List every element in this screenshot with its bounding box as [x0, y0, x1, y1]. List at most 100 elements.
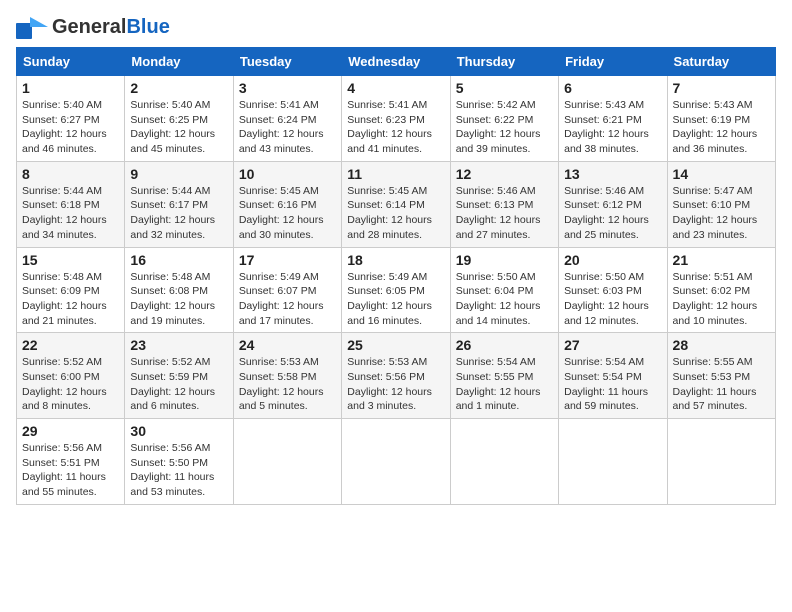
calendar-cell: 21 Sunrise: 5:51 AMSunset: 6:02 PMDayligh…: [667, 247, 775, 333]
calendar-cell: 30 Sunrise: 5:56 AMSunset: 5:50 PMDayligh…: [125, 419, 233, 505]
day-number: 25: [347, 337, 444, 353]
calendar-cell: 14Sunrise: 5:47 AMSunset: 6:10 PMDayligh…: [667, 161, 775, 247]
day-info: Sunrise: 5:56 AMSunset: 5:50 PMDaylight:…: [130, 441, 227, 500]
calendar-cell: 25 Sunrise: 5:53 AMSunset: 5:56 PMDayligh…: [342, 333, 450, 419]
calendar-cell: [233, 419, 341, 505]
day-number: 13: [564, 166, 661, 182]
calendar-cell: 16 Sunrise: 5:48 AMSunset: 6:08 PMDayligh…: [125, 247, 233, 333]
day-number: 2: [130, 80, 227, 96]
day-number: 22: [22, 337, 119, 353]
calendar-cell: 29Sunrise: 5:56 AMSunset: 5:51 PMDayligh…: [17, 419, 125, 505]
calendar-cell: 28 Sunrise: 5:55 AMSunset: 5:53 PMDayligh…: [667, 333, 775, 419]
calendar-table: SundayMondayTuesdayWednesdayThursdayFrid…: [16, 47, 776, 505]
calendar-week-row: 29Sunrise: 5:56 AMSunset: 5:51 PMDayligh…: [17, 419, 776, 505]
day-info: Sunrise: 5:50 AMSunset: 6:03 PMDaylight:…: [564, 270, 661, 329]
day-info: Sunrise: 5:47 AMSunset: 6:10 PMDaylight:…: [673, 184, 770, 243]
day-info: Sunrise: 5:41 AMSunset: 6:23 PMDaylight:…: [347, 98, 444, 157]
calendar-cell: 2 Sunrise: 5:40 AMSunset: 6:25 PMDaylight…: [125, 76, 233, 162]
weekday-header: Saturday: [667, 48, 775, 76]
calendar-cell: 7 Sunrise: 5:43 AMSunset: 6:19 PMDaylight…: [667, 76, 775, 162]
calendar-cell: 23Sunrise: 5:52 AMSunset: 5:59 PMDayligh…: [125, 333, 233, 419]
day-info: Sunrise: 5:53 AMSunset: 5:58 PMDaylight:…: [239, 355, 336, 414]
calendar-cell: 4 Sunrise: 5:41 AMSunset: 6:23 PMDaylight…: [342, 76, 450, 162]
day-info: Sunrise: 5:48 AMSunset: 6:09 PMDaylight:…: [22, 270, 119, 329]
day-info: Sunrise: 5:41 AMSunset: 6:24 PMDaylight:…: [239, 98, 336, 157]
calendar-week-row: 1 Sunrise: 5:40 AMSunset: 6:27 PMDaylight…: [17, 76, 776, 162]
day-number: 4: [347, 80, 444, 96]
day-info: Sunrise: 5:49 AMSunset: 6:05 PMDaylight:…: [347, 270, 444, 329]
day-info: Sunrise: 5:50 AMSunset: 6:04 PMDaylight:…: [456, 270, 553, 329]
calendar-week-row: 22 Sunrise: 5:52 AMSunset: 6:00 PMDayligh…: [17, 333, 776, 419]
day-number: 28: [673, 337, 770, 353]
day-info: Sunrise: 5:40 AMSunset: 6:27 PMDaylight:…: [22, 98, 119, 157]
weekday-header-row: SundayMondayTuesdayWednesdayThursdayFrid…: [17, 48, 776, 76]
day-info: Sunrise: 5:45 AMSunset: 6:16 PMDaylight:…: [239, 184, 336, 243]
day-number: 1: [22, 80, 119, 96]
day-number: 29: [22, 423, 119, 439]
calendar-week-row: 8 Sunrise: 5:44 AMSunset: 6:18 PMDaylight…: [17, 161, 776, 247]
day-info: Sunrise: 5:54 AMSunset: 5:55 PMDaylight:…: [456, 355, 553, 414]
day-number: 24: [239, 337, 336, 353]
day-info: Sunrise: 5:55 AMSunset: 5:53 PMDaylight:…: [673, 355, 770, 414]
calendar-cell: 18 Sunrise: 5:49 AMSunset: 6:05 PMDayligh…: [342, 247, 450, 333]
day-number: 26: [456, 337, 553, 353]
calendar-cell: [559, 419, 667, 505]
day-number: 30: [130, 423, 227, 439]
calendar-cell: 12 Sunrise: 5:46 AMSunset: 6:13 PMDayligh…: [450, 161, 558, 247]
weekday-header: Sunday: [17, 48, 125, 76]
calendar-cell: 27Sunrise: 5:54 AMSunset: 5:54 PMDayligh…: [559, 333, 667, 419]
calendar-cell: 6Sunrise: 5:43 AMSunset: 6:21 PMDaylight…: [559, 76, 667, 162]
day-info: Sunrise: 5:44 AMSunset: 6:17 PMDaylight:…: [130, 184, 227, 243]
day-number: 19: [456, 252, 553, 268]
day-info: Sunrise: 5:54 AMSunset: 5:54 PMDaylight:…: [564, 355, 661, 414]
calendar-cell: 15 Sunrise: 5:48 AMSunset: 6:09 PMDayligh…: [17, 247, 125, 333]
calendar-cell: [342, 419, 450, 505]
logo-text: GeneralBlue: [52, 16, 170, 39]
day-info: Sunrise: 5:40 AMSunset: 6:25 PMDaylight:…: [130, 98, 227, 157]
day-info: Sunrise: 5:42 AMSunset: 6:22 PMDaylight:…: [456, 98, 553, 157]
calendar-cell: 17 Sunrise: 5:49 AMSunset: 6:07 PMDayligh…: [233, 247, 341, 333]
calendar-cell: [667, 419, 775, 505]
day-number: 8: [22, 166, 119, 182]
day-number: 18: [347, 252, 444, 268]
calendar-cell: 11 Sunrise: 5:45 AMSunset: 6:14 PMDayligh…: [342, 161, 450, 247]
calendar-cell: 9Sunrise: 5:44 AMSunset: 6:17 PMDaylight…: [125, 161, 233, 247]
day-number: 11: [347, 166, 444, 182]
calendar-cell: 8 Sunrise: 5:44 AMSunset: 6:18 PMDaylight…: [17, 161, 125, 247]
day-info: Sunrise: 5:43 AMSunset: 6:19 PMDaylight:…: [673, 98, 770, 157]
day-info: Sunrise: 5:51 AMSunset: 6:02 PMDaylight:…: [673, 270, 770, 329]
weekday-header: Wednesday: [342, 48, 450, 76]
day-info: Sunrise: 5:46 AMSunset: 6:13 PMDaylight:…: [456, 184, 553, 243]
day-number: 21: [673, 252, 770, 268]
day-number: 10: [239, 166, 336, 182]
day-number: 17: [239, 252, 336, 268]
day-number: 12: [456, 166, 553, 182]
day-info: Sunrise: 5:48 AMSunset: 6:08 PMDaylight:…: [130, 270, 227, 329]
day-number: 16: [130, 252, 227, 268]
calendar-cell: 1 Sunrise: 5:40 AMSunset: 6:27 PMDaylight…: [17, 76, 125, 162]
day-number: 5: [456, 80, 553, 96]
calendar-week-row: 15 Sunrise: 5:48 AMSunset: 6:09 PMDayligh…: [17, 247, 776, 333]
calendar-cell: 22 Sunrise: 5:52 AMSunset: 6:00 PMDayligh…: [17, 333, 125, 419]
calendar-cell: [450, 419, 558, 505]
day-number: 7: [673, 80, 770, 96]
day-number: 15: [22, 252, 119, 268]
calendar-cell: 5 Sunrise: 5:42 AMSunset: 6:22 PMDaylight…: [450, 76, 558, 162]
page-header: GeneralBlue: [16, 16, 776, 39]
calendar-cell: 24 Sunrise: 5:53 AMSunset: 5:58 PMDayligh…: [233, 333, 341, 419]
logo-icon: [16, 17, 48, 39]
weekday-header: Thursday: [450, 48, 558, 76]
calendar-cell: 3 Sunrise: 5:41 AMSunset: 6:24 PMDaylight…: [233, 76, 341, 162]
calendar-cell: 13Sunrise: 5:46 AMSunset: 6:12 PMDayligh…: [559, 161, 667, 247]
weekday-header: Tuesday: [233, 48, 341, 76]
day-info: Sunrise: 5:52 AMSunset: 6:00 PMDaylight:…: [22, 355, 119, 414]
day-number: 23: [130, 337, 227, 353]
calendar-cell: 26 Sunrise: 5:54 AMSunset: 5:55 PMDayligh…: [450, 333, 558, 419]
day-info: Sunrise: 5:45 AMSunset: 6:14 PMDaylight:…: [347, 184, 444, 243]
day-number: 20: [564, 252, 661, 268]
day-info: Sunrise: 5:49 AMSunset: 6:07 PMDaylight:…: [239, 270, 336, 329]
day-info: Sunrise: 5:53 AMSunset: 5:56 PMDaylight:…: [347, 355, 444, 414]
day-info: Sunrise: 5:44 AMSunset: 6:18 PMDaylight:…: [22, 184, 119, 243]
calendar-cell: 20 Sunrise: 5:50 AMSunset: 6:03 PMDayligh…: [559, 247, 667, 333]
day-number: 3: [239, 80, 336, 96]
